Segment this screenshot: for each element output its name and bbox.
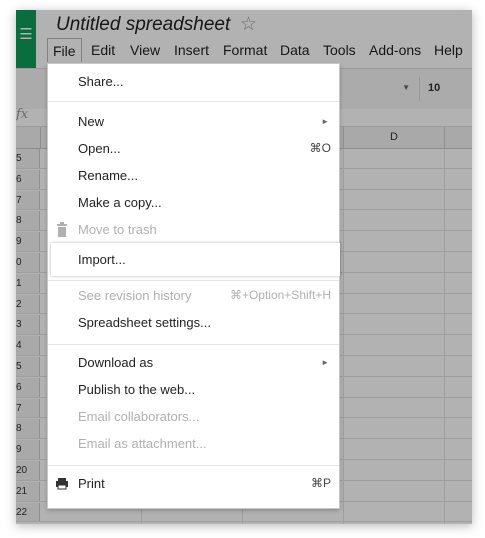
menu-item-label: Print: [78, 476, 105, 491]
menu-item-label: Import...: [78, 252, 126, 267]
submenu-arrow-icon: ►: [321, 358, 329, 367]
shortcut-label: ⌘P: [310, 476, 331, 490]
menu-item-label: Share...: [78, 74, 124, 89]
menu-separator: [48, 465, 339, 466]
menu-item-label: Email as attachment...: [78, 436, 207, 451]
menu-item-label: Publish to the web...: [78, 382, 196, 397]
menu-item-label: Move to trash: [78, 222, 157, 237]
menu-item-email-collaborators: Email collaborators...: [48, 403, 339, 430]
print-icon: [55, 470, 69, 497]
menu-item-share[interactable]: Share...: [48, 68, 339, 95]
menu-item-label: See revision history: [78, 288, 192, 303]
menu-item-open[interactable]: Open... ⌘O: [48, 135, 339, 162]
submenu-arrow-icon: ►: [321, 117, 329, 126]
trash-icon: [55, 216, 69, 243]
menu-item-make-copy[interactable]: Make a copy...: [48, 189, 339, 216]
menu-item-revision-history: See revision history ⌘+Option+Shift+H: [48, 282, 339, 309]
menu-item-import[interactable]: Import...: [51, 243, 340, 276]
menu-separator: [48, 344, 339, 345]
menu-item-label: New: [78, 114, 105, 129]
menu-item-label: Spreadsheet settings...: [78, 315, 211, 330]
menu-item-rename[interactable]: Rename...: [48, 162, 339, 189]
menu-separator: [48, 280, 339, 281]
menu-item-download-as[interactable]: Download as ►: [48, 349, 339, 376]
menu-item-spreadsheet-settings[interactable]: Spreadsheet settings...: [48, 309, 339, 336]
menu-item-publish[interactable]: Publish to the web...: [48, 376, 339, 403]
menu-item-label: Email collaborators...: [78, 409, 200, 424]
menu-item-label: Download as: [78, 355, 154, 370]
menu-item-print[interactable]: Print ⌘P: [48, 470, 339, 497]
menu-item-move-to-trash: Move to trash: [48, 216, 339, 243]
menu-item-new[interactable]: New ►: [48, 108, 339, 135]
app-window: ☰ Untitled spreadsheet ☆ File Edit View …: [16, 10, 472, 524]
menu-item-label: Rename...: [78, 168, 138, 183]
menu-item-email-attachment: Email as attachment...: [48, 430, 339, 457]
menu-item-label: Make a copy...: [78, 195, 162, 210]
menu-item-label: Open...: [78, 141, 121, 156]
menu-separator: [48, 101, 339, 102]
shortcut-label: ⌘O: [309, 141, 331, 155]
shortcut-label: ⌘+Option+Shift+H: [229, 288, 331, 302]
file-menu: Share... New ► Open... ⌘O Rename... Make…: [47, 63, 340, 509]
